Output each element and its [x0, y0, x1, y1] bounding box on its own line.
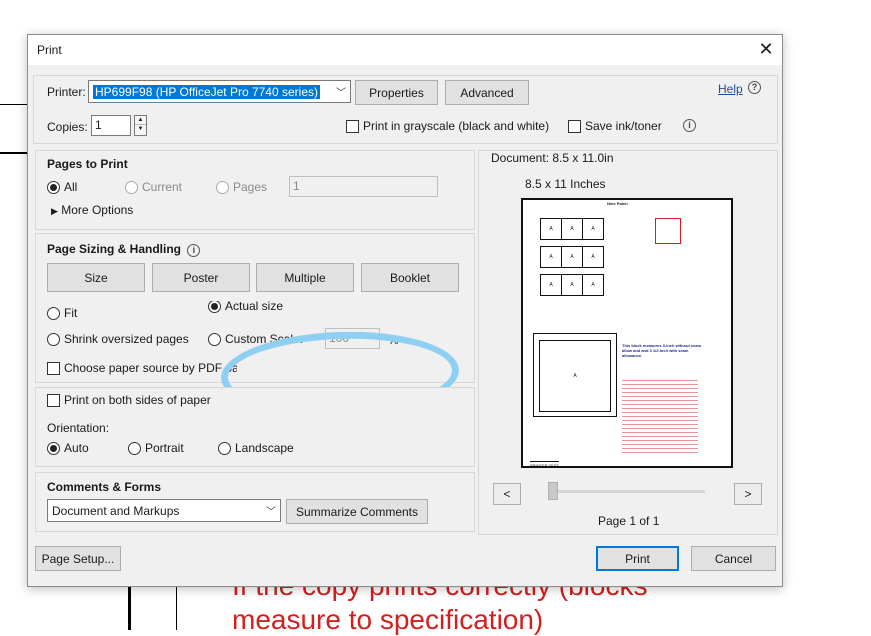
save-ink-checkbox[interactable]: Save ink/toner: [568, 119, 662, 133]
grayscale-box[interactable]: [346, 119, 359, 133]
pages-current-label: Current: [142, 180, 183, 194]
next-page-button[interactable]: >: [734, 483, 762, 505]
orientation-auto-label: Auto: [64, 441, 89, 455]
choose-paper-label: Choose paper source by PDF page size: [64, 361, 237, 375]
cancel-button[interactable]: Cancel: [691, 546, 776, 571]
shrink-label: Shrink oversized pages: [64, 332, 189, 346]
help-link[interactable]: Help: [718, 82, 743, 96]
properties-button[interactable]: Properties: [355, 80, 438, 105]
pages-range-input[interactable]: 1: [289, 176, 438, 197]
question-circle-icon[interactable]: ?: [748, 81, 761, 94]
orientation-landscape-label: Landscape: [235, 441, 294, 455]
dialog-title: Print: [37, 43, 62, 57]
info-icon[interactable]: i: [187, 244, 201, 257]
preview-grid-cell: A: [561, 218, 583, 240]
background-rule-top: [0, 104, 28, 105]
preview-grid-cell: A: [561, 274, 583, 296]
copies-label: Copies:: [47, 120, 88, 134]
preview-size-label: 8.5 x 11 Inches: [525, 177, 606, 191]
actual-size-label: Actual size: [225, 301, 284, 313]
preview-large-block-inner: A: [539, 340, 611, 412]
copies-stepper[interactable]: ▲ ▼: [134, 115, 147, 136]
copies-input[interactable]: 1: [91, 115, 131, 136]
background-red-text-2: measure to specification): [232, 604, 544, 635]
document-size-label: Document: 8.5 x 11.0in: [491, 151, 614, 165]
preview-grid-cell: A: [582, 274, 604, 296]
chevron-down-icon: ﹀: [336, 88, 346, 99]
previous-page-button[interactable]: <: [493, 483, 521, 505]
printer-select[interactable]: HP699F98 (HP OfficeJet Pro 7740 series) …: [88, 80, 351, 103]
preview-grid-cell: A: [561, 246, 583, 268]
stepper-up-icon[interactable]: ▲: [135, 116, 146, 125]
preview-grid-cell: A: [582, 246, 604, 268]
summarize-comments-button[interactable]: Summarize Comments: [286, 499, 428, 524]
choose-paper-checkbox[interactable]: Choose paper source by PDF page size: [47, 361, 237, 375]
info-icon[interactable]: i: [683, 119, 696, 132]
shrink-radio[interactable]: Shrink oversized pages: [47, 332, 189, 346]
orientation-landscape-radio[interactable]: Landscape: [218, 441, 294, 455]
advanced-button[interactable]: Advanced: [445, 80, 529, 105]
page-setup-button[interactable]: Page Setup...: [35, 546, 121, 571]
actual-size-radio[interactable]: Actual size: [208, 301, 283, 313]
preview-grid-cell: A: [540, 274, 562, 296]
orientation-auto-radio[interactable]: Auto: [47, 441, 89, 455]
comments-heading: Comments & Forms: [47, 480, 162, 494]
page-sizing-heading: Page Sizing & Handling i: [47, 242, 201, 257]
preview-measure-text: This block measures 3-inch without seam …: [622, 343, 702, 358]
printer-selected-value: HP699F98 (HP OfficeJet Pro 7740 series): [93, 84, 320, 99]
page-counter: Page 1 of 1: [598, 514, 660, 528]
fit-radio[interactable]: Fit: [47, 306, 77, 320]
multiple-button[interactable]: Multiple: [256, 263, 354, 292]
grayscale-checkbox[interactable]: Print in grayscale (black and white): [346, 119, 549, 133]
duplex-box[interactable]: [47, 393, 60, 407]
stepper-down-icon[interactable]: ▼: [135, 125, 146, 134]
booklet-button[interactable]: Booklet: [361, 263, 459, 292]
dialog-titlebar: Print ✕: [28, 35, 782, 65]
save-ink-box[interactable]: [568, 119, 581, 133]
print-button[interactable]: Print: [596, 546, 679, 571]
chevron-down-icon: ﹀: [266, 507, 276, 518]
fit-label: Fit: [64, 306, 78, 320]
pages-all-label: All: [64, 180, 78, 194]
comments-selected-value: Document and Markups: [52, 503, 180, 518]
page-slider-thumb[interactable]: [548, 482, 558, 500]
page-slider-track[interactable]: [549, 490, 705, 493]
background-table-line: [128, 587, 131, 630]
preview-red-note-box: [655, 218, 681, 244]
orientation-label: Orientation:: [47, 421, 110, 435]
preview-page-title: Nine Patch: [607, 201, 628, 206]
background-table-line-2: [176, 587, 177, 630]
preview-page-thumbnail: Nine Patch A A A A A A A A A A This bloc…: [521, 198, 733, 468]
pages-range-radio[interactable]: Pages: [216, 180, 267, 194]
printer-label: Printer:: [47, 85, 86, 99]
pages-current-radio[interactable]: Current: [125, 180, 182, 194]
orientation-portrait-radio[interactable]: Portrait: [128, 441, 184, 455]
orientation-portrait-label: Portrait: [145, 441, 184, 455]
preview-footer-text: PRINTER TEST: [530, 461, 559, 468]
preview-red-text-block: [622, 380, 698, 456]
pages-all-radio[interactable]: All: [47, 180, 77, 194]
close-icon[interactable]: ✕: [758, 39, 774, 59]
more-options-label: More Options: [61, 203, 134, 217]
preview-grid-cell: A: [582, 218, 604, 240]
poster-button[interactable]: Poster: [152, 263, 250, 292]
duplex-checkbox[interactable]: Print on both sides of paper: [47, 393, 211, 407]
preview-large-block-letter: A: [573, 373, 577, 379]
pages-range-label: Pages: [233, 180, 268, 194]
preview-grid-cell: A: [540, 218, 562, 240]
background-rule-middle: [0, 152, 28, 154]
save-ink-label: Save ink/toner: [585, 119, 662, 133]
pages-to-print-heading: Pages to Print: [47, 157, 128, 171]
grayscale-label: Print in grayscale (black and white): [363, 119, 550, 133]
duplex-label: Print on both sides of paper: [64, 393, 211, 407]
preview-grid-cell: A: [540, 246, 562, 268]
choose-paper-box[interactable]: [47, 361, 60, 375]
triangle-right-icon: ▶: [51, 206, 58, 216]
size-button[interactable]: Size: [47, 263, 145, 292]
comments-select[interactable]: Document and Markups ﹀: [47, 499, 281, 522]
page-sizing-heading-text: Page Sizing & Handling: [47, 242, 182, 256]
more-options-toggle[interactable]: ▶ More Options: [51, 203, 133, 217]
